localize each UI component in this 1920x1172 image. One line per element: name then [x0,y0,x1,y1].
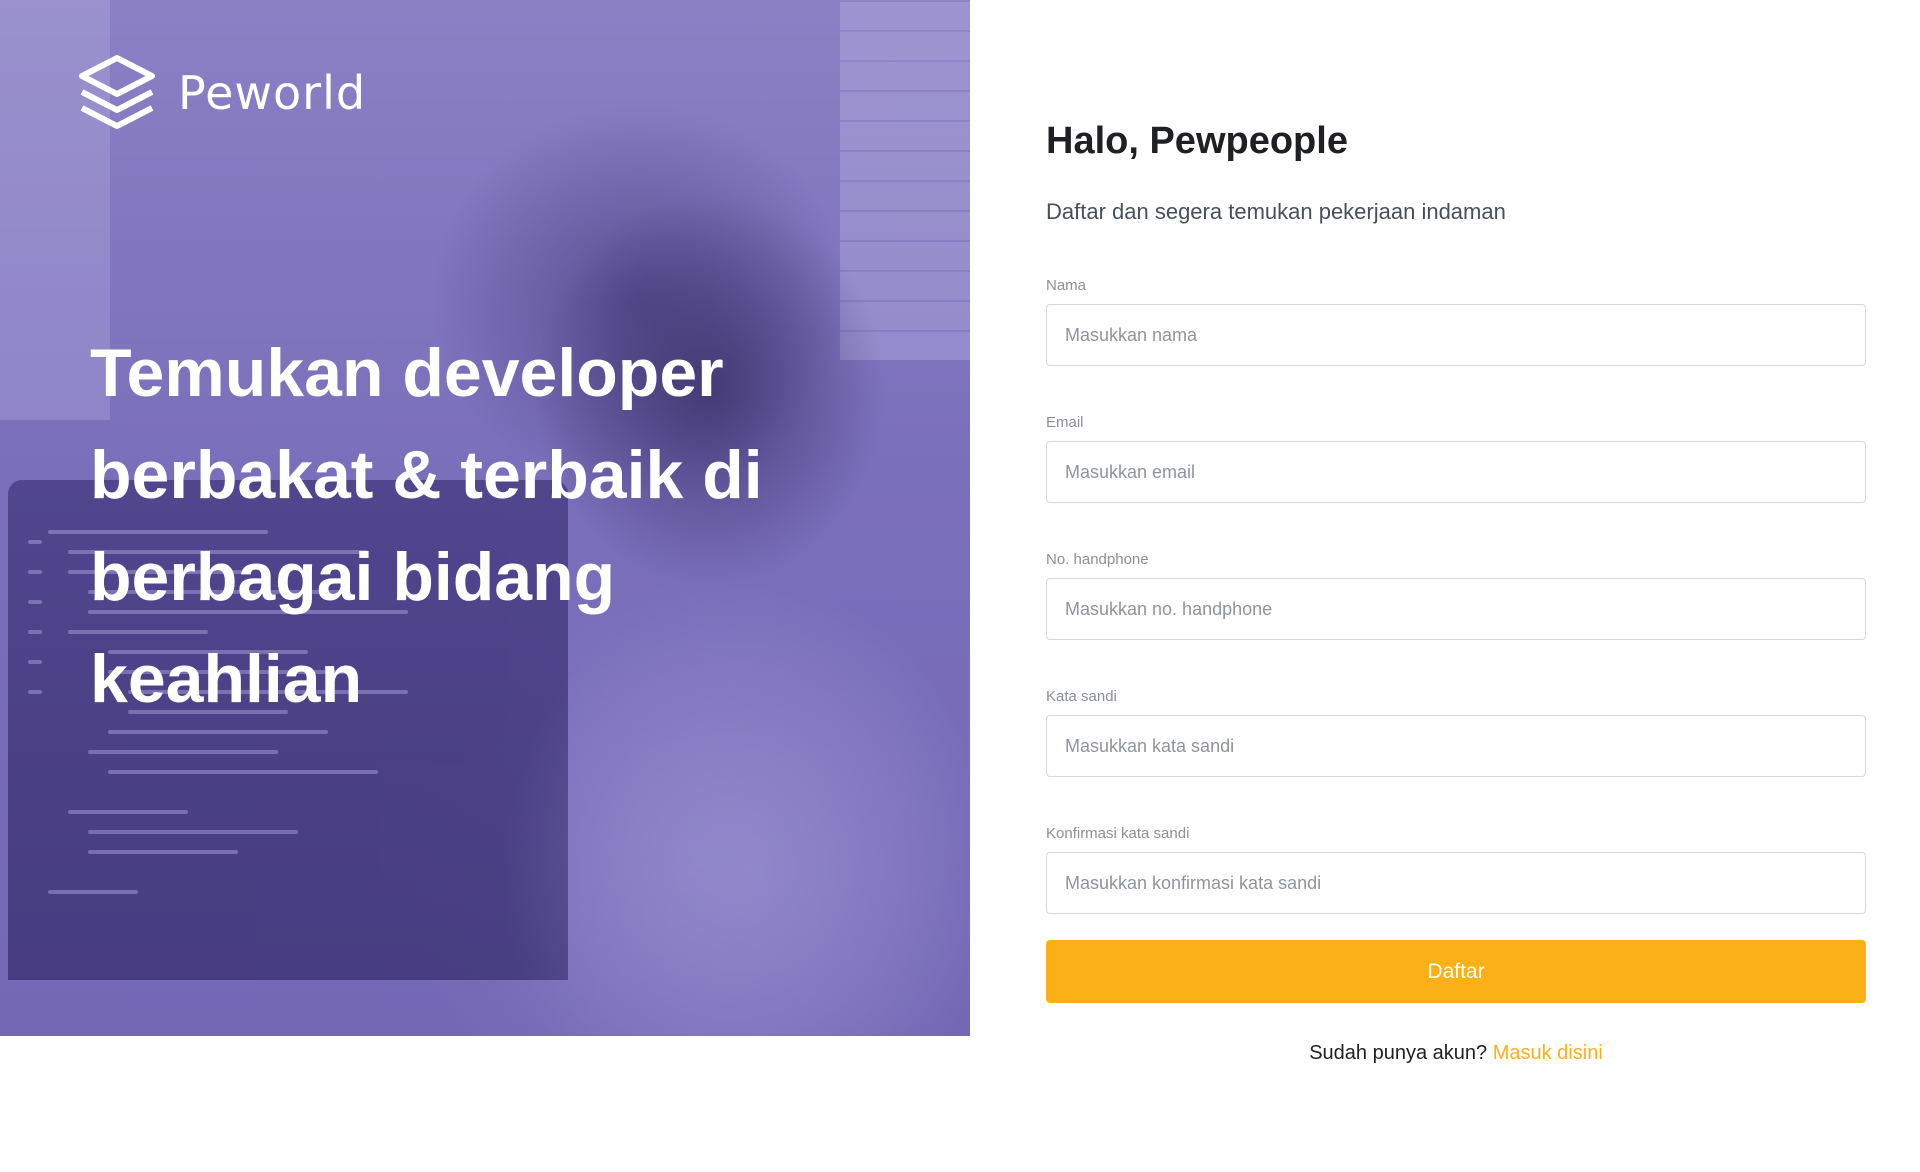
brand-logo[interactable]: Peworld [78,54,366,132]
confirm-password-label: Konfirmasi kata sandi [1046,825,1190,842]
password-label: Kata sandi [1046,688,1117,705]
brand-name: Peworld [178,66,367,120]
login-prompt-row: Sudah punya akun? Masuk disini [1046,1042,1866,1065]
phone-label: No. handphone [1046,551,1149,568]
phone-field-group: No. handphone [1046,551,1866,640]
name-field-group: Nama [1046,277,1866,366]
layers-icon [78,54,156,132]
register-button[interactable]: Daftar [1046,940,1866,1003]
password-input[interactable] [1046,715,1866,777]
page-subtitle: Daftar dan segera temukan pekerjaan inda… [1046,199,1506,224]
page-title: Halo, Pewpeople [1046,120,1348,162]
name-label: Nama [1046,277,1087,294]
name-input[interactable] [1046,304,1866,366]
login-link[interactable]: Masuk disini [1493,1042,1603,1064]
email-field-group: Email [1046,414,1866,503]
phone-input[interactable] [1046,578,1866,640]
login-prompt-text: Sudah punya akun? [1309,1042,1488,1064]
confirm-password-field-group: Konfirmasi kata sandi [1046,825,1866,914]
confirm-password-input[interactable] [1046,852,1866,914]
hero-headline: Temukan developer berbakat & terbaik di … [90,335,763,717]
email-label: Email [1046,414,1084,431]
email-input[interactable] [1046,441,1866,503]
hero-panel: Peworld Temukan developer berbakat & ter… [0,0,970,1036]
password-field-group: Kata sandi [1046,688,1866,777]
